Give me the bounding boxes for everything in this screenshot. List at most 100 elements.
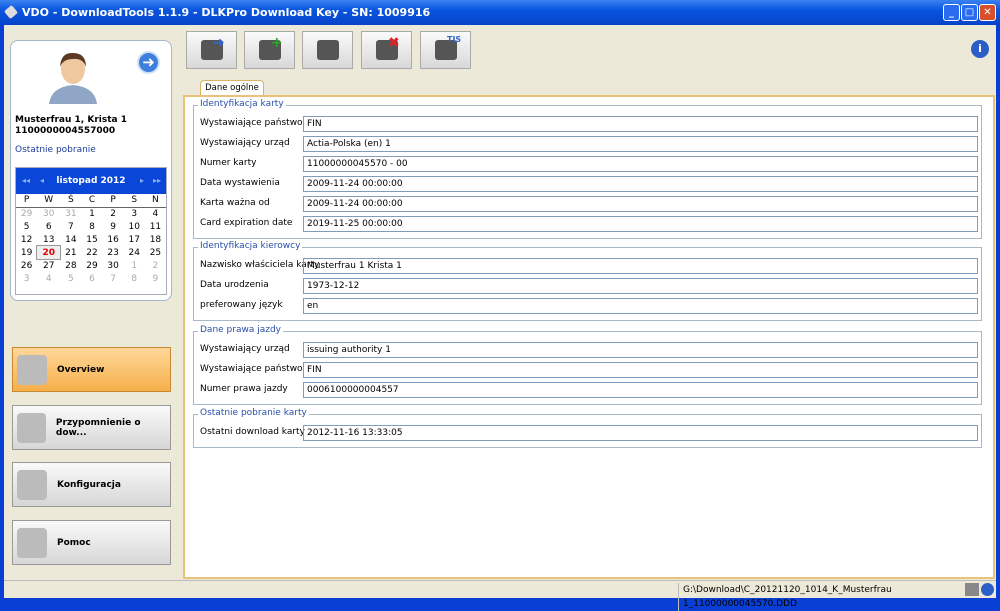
calendar-day[interactable]: 3: [124, 207, 145, 220]
nav-overview[interactable]: Overview: [12, 347, 171, 392]
calendar-day[interactable]: 28: [60, 259, 81, 272]
prev-year-icon[interactable]: ◂◂: [22, 168, 30, 194]
next-year-icon[interactable]: ▸▸: [153, 168, 161, 194]
field-value[interactable]: 11000000045570 - 00: [303, 156, 978, 172]
nav-label: Pomoc: [57, 537, 91, 548]
calendar-day[interactable]: 16: [103, 233, 124, 246]
user-avatar-icon: [49, 52, 97, 104]
weekday-header: P: [16, 194, 38, 208]
calendar-day[interactable]: 4: [37, 272, 60, 285]
calendar-day[interactable]: 30: [37, 207, 60, 220]
field-label: Data urodzenia: [200, 280, 269, 290]
calendar-day[interactable]: 17: [124, 233, 145, 246]
calendar-day[interactable]: 24: [124, 246, 145, 259]
card-list-button[interactable]: [302, 31, 353, 69]
field-row: Nazwisko właściciela karty Musterfrau 1 K…: [200, 258, 980, 274]
calendar-day[interactable]: 11: [145, 220, 166, 233]
calendar-day[interactable]: 8: [81, 220, 102, 233]
calendar-day[interactable]: 6: [81, 272, 102, 285]
calendar-day[interactable]: 2: [145, 259, 166, 272]
magnifier-icon: [17, 354, 47, 385]
calendar-day[interactable]: 10: [124, 220, 145, 233]
calendar-day[interactable]: 29: [81, 259, 102, 272]
field-value[interactable]: FIN: [303, 362, 978, 378]
calendar-day[interactable]: 8: [124, 272, 145, 285]
field-label: Wystawiający urząd: [200, 344, 290, 354]
calendar-day[interactable]: 5: [16, 220, 37, 233]
card-add-button[interactable]: +: [244, 31, 295, 69]
last-download-link[interactable]: Ostatnie pobranie: [15, 145, 96, 155]
minimize-button[interactable]: _: [943, 4, 960, 21]
calendar-day[interactable]: 19: [16, 246, 37, 259]
calendar-day[interactable]: 9: [103, 220, 124, 233]
calendar-day[interactable]: 7: [60, 220, 81, 233]
prev-month-icon[interactable]: ◂: [40, 168, 44, 194]
toolbar-mark: +: [271, 35, 283, 51]
calendar-day[interactable]: 15: [81, 233, 102, 246]
calendar-day[interactable]: 29: [16, 207, 37, 220]
weekday-header: Ś: [60, 194, 82, 208]
calendar-day[interactable]: 13: [37, 233, 60, 246]
next-month-icon[interactable]: ▸: [140, 168, 144, 194]
field-label: Ostatni download karty: [200, 427, 305, 437]
field-value[interactable]: 0006100000004557: [303, 382, 978, 398]
calendar-day[interactable]: 1: [124, 259, 145, 272]
tis-globe-button[interactable]: TIS: [420, 31, 471, 69]
calendar-day[interactable]: 9: [145, 272, 166, 285]
calendar-day-today[interactable]: 20: [36, 245, 62, 260]
user-info: Musterfrau 1, Krista 1 1100000004557000: [15, 115, 127, 137]
field-value[interactable]: issuing authority 1: [303, 342, 978, 358]
calendar-day[interactable]: 18: [145, 233, 166, 246]
calendar-day[interactable]: 23: [103, 246, 124, 259]
field-row: Wystawiający urząd issuing authority 1: [200, 342, 980, 358]
device-icon[interactable]: [965, 583, 979, 596]
field-label: Karta ważna od: [200, 198, 270, 208]
nav-konfiguracja[interactable]: Konfiguracja: [12, 462, 171, 507]
calendar-day[interactable]: 26: [16, 259, 37, 272]
field-value[interactable]: Musterfrau 1 Krista 1: [303, 258, 978, 274]
user-name: Musterfrau 1, Krista 1: [15, 115, 127, 125]
calendar-day[interactable]: 25: [145, 246, 166, 259]
calendar-day[interactable]: 30: [103, 259, 124, 272]
toolbar-mark: ➜: [213, 35, 225, 51]
calendar-day[interactable]: 31: [60, 207, 81, 220]
calendar-day[interactable]: 14: [60, 233, 81, 246]
info-icon[interactable]: i: [971, 40, 989, 58]
calendar-day[interactable]: 21: [60, 246, 81, 259]
field-value[interactable]: 2012-11-16 13:33:05: [303, 425, 978, 441]
field-value[interactable]: FIN: [303, 116, 978, 132]
card-download-arrow-button[interactable]: ➜: [186, 31, 237, 69]
calendar-day[interactable]: 22: [81, 246, 102, 259]
app-icon: [3, 4, 19, 20]
user-card-number: 1100000004557000: [15, 126, 116, 136]
field-value[interactable]: 2019-11-25 00:00:00: [303, 216, 978, 232]
field-value[interactable]: Actia-Polska (en) 1: [303, 136, 978, 152]
calendar-day[interactable]: 27: [37, 259, 60, 272]
headset-user-icon: [17, 527, 47, 558]
calendar-day[interactable]: 4: [145, 207, 166, 220]
field-value[interactable]: en: [303, 298, 978, 314]
calendar-day[interactable]: 3: [16, 272, 37, 285]
field-value[interactable]: 2009-11-24 00:00:00: [303, 176, 978, 192]
maximize-button[interactable]: □: [961, 4, 978, 21]
group-title: Identyfikacja karty: [198, 99, 286, 109]
nav-pomoc[interactable]: Pomoc: [12, 520, 171, 565]
card-delete-button[interactable]: ✖: [361, 31, 412, 69]
calendar-day[interactable]: 1: [81, 207, 102, 220]
calendar-day[interactable]: 12: [16, 233, 37, 246]
calendar-day[interactable]: 2: [103, 207, 124, 220]
field-value[interactable]: 1973-12-12: [303, 278, 978, 294]
calendar-day[interactable]: 7: [103, 272, 124, 285]
field-value[interactable]: 2009-11-24 00:00:00: [303, 196, 978, 212]
calendar-day[interactable]: 5: [60, 272, 81, 285]
nav-przypomnienie[interactable]: Przypomnienie o dow...: [12, 405, 171, 450]
group-ostatnie-pobranie-karty: Ostatnie pobranie karty Ostatni download …: [193, 408, 982, 448]
field-label: Numer karty: [200, 158, 257, 168]
calendar-day[interactable]: 6: [37, 220, 60, 233]
toolbar-mark: ✖: [388, 35, 400, 51]
next-arrow-button[interactable]: ➜: [137, 51, 160, 74]
status-info-icon[interactable]: [981, 583, 994, 596]
tab-dane-ogolne[interactable]: Dane ogólne: [200, 80, 264, 96]
nav-label: Overview: [57, 364, 105, 375]
close-button[interactable]: ✕: [979, 4, 996, 21]
